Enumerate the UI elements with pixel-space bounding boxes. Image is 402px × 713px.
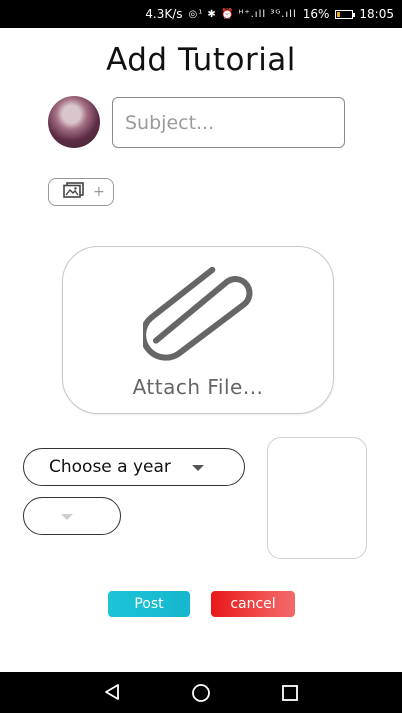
year-dropdown[interactable]: Choose a year: [23, 448, 245, 486]
network-speed: 4.3K/s: [145, 7, 183, 21]
subject-input[interactable]: [112, 97, 345, 148]
file-preview-box: [267, 437, 367, 559]
attach-file-area[interactable]: Attach File...: [62, 246, 334, 414]
status-bar: 4.3K/s ◎¹ ✱ ⏰ ᴴ⁺.ıll ³ᴳ.ıll 16% 18:05: [0, 0, 402, 28]
cancel-button[interactable]: cancel: [211, 591, 295, 617]
chevron-down-icon: [61, 514, 73, 520]
year-dropdown-value: Choose a year: [49, 457, 171, 477]
clock: 18:05: [359, 7, 394, 21]
attach-file-label: Attach File...: [132, 375, 264, 399]
add-image-button[interactable]: +: [48, 178, 114, 206]
chevron-down-icon: [192, 465, 204, 471]
status-icons: ◎¹ ✱ ⏰ ᴴ⁺.ıll ³ᴳ.ıll: [188, 8, 297, 20]
secondary-dropdown[interactable]: [23, 497, 121, 535]
battery-percent: 16%: [302, 7, 330, 21]
navigation-bar: [0, 672, 402, 713]
avatar[interactable]: [48, 96, 100, 148]
battery-icon: [335, 9, 356, 19]
page-title: Add Tutorial: [106, 42, 296, 78]
post-button[interactable]: Post: [108, 591, 190, 617]
plus-icon: +: [93, 184, 105, 200]
image-icon: [63, 182, 85, 202]
